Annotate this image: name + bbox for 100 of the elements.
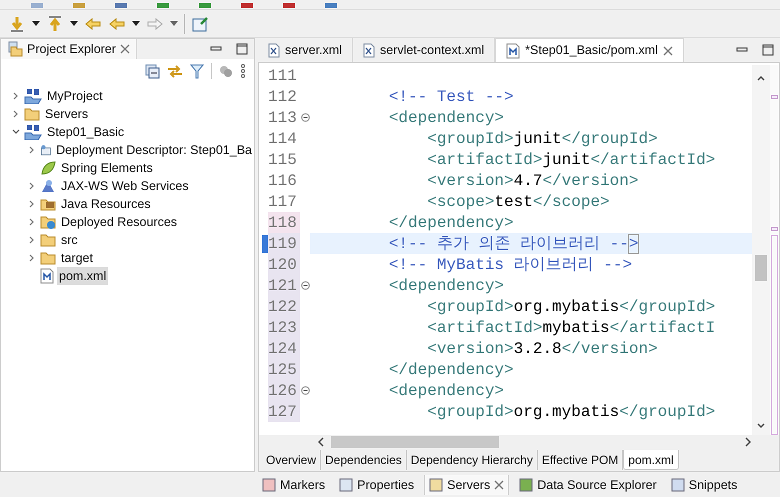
tree-item[interactable]: target (59, 248, 95, 268)
toolbar-icon[interactable] (324, 3, 338, 9)
tree-item[interactable]: Java Resources (59, 194, 153, 214)
view-icon (429, 478, 444, 492)
scroll-left-icon[interactable] (317, 437, 325, 447)
page-tab[interactable]: pom.xml (623, 450, 679, 470)
view-icon (519, 478, 534, 492)
tree-item[interactable]: MyProject (45, 86, 105, 106)
line-number: 111 (268, 66, 298, 86)
leaf-icon (40, 160, 56, 176)
xml-file-icon (362, 42, 375, 58)
line-number: 126 (268, 380, 300, 401)
maven-file-icon (40, 268, 54, 284)
maximize-icon[interactable] (762, 44, 774, 56)
xml-file-icon (268, 42, 280, 58)
toolbar-icon[interactable] (282, 3, 296, 9)
tree-item[interactable]: Spring Elements (59, 158, 155, 178)
toolbar-icon[interactable] (198, 3, 212, 9)
tree-item[interactable]: pom.xml (57, 266, 108, 285)
tree-item[interactable]: Deployed Resources (59, 212, 180, 232)
line-number: 127 (268, 401, 300, 422)
view-icon (262, 478, 276, 492)
tree-item[interactable]: JAX-WS Web Services (59, 176, 191, 196)
project-explorer-icon (7, 41, 23, 57)
code-line: </dependency> (388, 360, 514, 380)
code-line: <dependency> (388, 108, 504, 128)
code-line: <groupId>org.mybatis</groupId> (426, 402, 716, 422)
code-line: <dependency> (388, 276, 504, 296)
filter-icon[interactable] (190, 64, 204, 78)
line-number: 118 (268, 212, 300, 233)
collapse-fold-icon[interactable] (300, 386, 310, 395)
view-tab[interactable]: Data Source Explorer (515, 475, 661, 495)
code-line: <artifactId>junit</artifactId> (426, 150, 716, 170)
toolbar-icon[interactable] (156, 3, 170, 9)
folder-icon (24, 107, 40, 121)
code-line: <!-- Test --> (388, 86, 514, 108)
servers-icon[interactable] (219, 64, 233, 78)
pin-editor-icon[interactable] (191, 14, 209, 32)
code-line: <version>4.7</version> (426, 170, 638, 192)
line-number: 114 (268, 128, 298, 149)
line-number: 113 (268, 108, 298, 128)
code-line: <artifactId>mybatis</artifactI (426, 318, 716, 338)
dropdown-icon[interactable] (132, 20, 140, 26)
dropdown-icon[interactable] (32, 20, 40, 26)
page-tab[interactable]: Overview (262, 450, 322, 470)
link-with-editor-icon[interactable] (167, 64, 183, 78)
line-number: 125 (268, 359, 300, 380)
tree-item[interactable]: Servers (43, 104, 90, 124)
view-tab[interactable]: Servers (424, 475, 510, 495)
next-annotation-icon[interactable] (8, 14, 26, 32)
dropdown-icon[interactable] (70, 20, 78, 26)
code-line: <groupId>junit</groupId> (426, 128, 658, 150)
collapse-fold-icon[interactable] (300, 113, 310, 122)
line-number: 120 (268, 254, 300, 275)
page-tab[interactable]: Dependencies (321, 450, 407, 470)
view-tab[interactable]: Snippets (666, 475, 742, 495)
back-arrow-icon[interactable] (108, 16, 126, 32)
maximize-icon[interactable] (236, 43, 248, 55)
close-icon[interactable] (120, 44, 130, 54)
collapse-fold-icon[interactable] (300, 281, 310, 290)
scrollbar-thumb[interactable] (755, 255, 767, 281)
view-menu-icon[interactable] (240, 64, 246, 78)
folder-icon (40, 251, 56, 265)
globe-folder-icon (40, 214, 56, 230)
horizontal-scrollbar-thumb[interactable] (331, 436, 499, 448)
maven-project-icon (24, 124, 42, 140)
page-tab[interactable]: Dependency Hierarchy (406, 450, 538, 470)
last-edit-icon[interactable] (84, 16, 102, 32)
descriptor-icon (40, 142, 52, 158)
folder-icon (40, 233, 56, 247)
line-number: 116 (268, 170, 298, 191)
code-line: <!-- MyBatis 라이브러리 --> (388, 254, 632, 276)
view-icon (670, 478, 685, 492)
line-number: 123 (268, 317, 300, 338)
line-number: 117 (268, 192, 298, 212)
editor-tab[interactable]: *Step01_Basic/pom.xml (495, 38, 684, 62)
view-tab[interactable]: Properties (335, 475, 418, 495)
code-line: <dependency> (388, 380, 504, 402)
close-icon[interactable] (494, 480, 504, 490)
toolbar-icon[interactable] (240, 3, 254, 9)
line-number: 112 (268, 86, 298, 107)
code-line: <groupId>org.mybatis</groupId> (426, 296, 716, 318)
previous-annotation-icon[interactable] (46, 14, 64, 32)
toolbar-icon[interactable] (114, 3, 128, 9)
tree-item[interactable]: src (59, 230, 80, 250)
collapse-all-icon[interactable] (145, 64, 160, 78)
code-line: <scope>test</scope> (426, 192, 610, 212)
view-tab[interactable]: Markers (258, 475, 330, 495)
close-icon[interactable] (662, 46, 673, 56)
code-line: <!-- 추가 의존 라이브러리 --> (388, 234, 638, 254)
tree-item[interactable]: Deployment Descriptor: Step01_Ba (54, 140, 254, 160)
code-line: </dependency> (388, 212, 514, 234)
line-number: 124 (268, 338, 300, 359)
line-number: 121 (268, 275, 300, 296)
line-number: 119 (268, 233, 300, 254)
web-service-icon (40, 178, 56, 194)
scroll-right-icon[interactable] (744, 437, 752, 447)
line-number: 115 (268, 150, 298, 170)
tree-item[interactable]: Step01_Basic (45, 122, 126, 142)
code-line: <version>3.2.8</version> (426, 338, 658, 360)
